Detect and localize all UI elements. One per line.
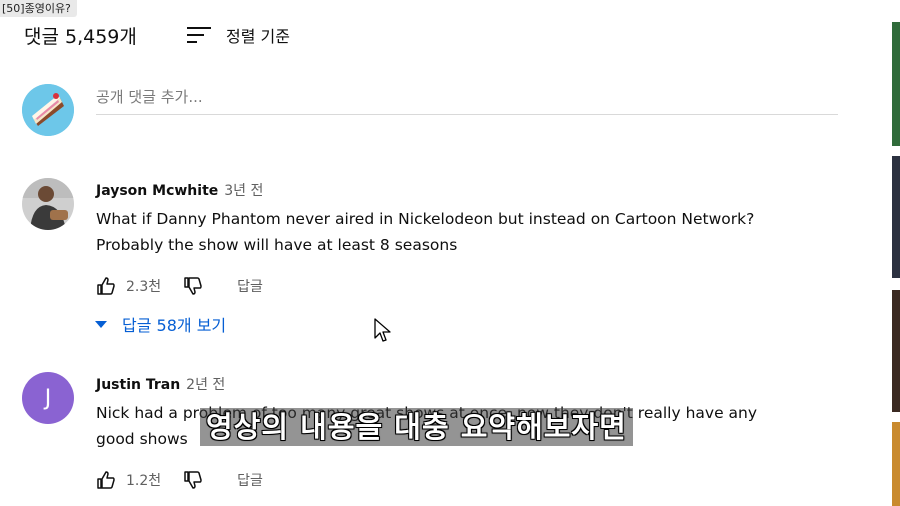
reply-button[interactable]: 답글 [237,470,263,490]
commenter-avatar[interactable] [22,178,74,230]
comment-item: Jayson Mcwhite 3년 전 What if Danny Phanto… [96,180,816,258]
comment-author[interactable]: Justin Tran [96,377,180,393]
avatar-letter: J [44,385,52,411]
user-avatar[interactable] [22,84,74,136]
comment-text-line: What if Danny Phantom never aired in Nic… [96,210,755,228]
sidebar-thumbnail[interactable] [892,22,900,146]
view-replies-label: 답글 58개 보기 [122,316,227,335]
add-comment-input[interactable]: 공개 댓글 추가... [96,82,838,115]
dislike-icon[interactable] [183,470,203,490]
comment-text: What if Danny Phantom never aired in Nic… [96,206,816,258]
like-count: 2.3천 [126,279,162,295]
comments-header: 댓글 5,459개 [24,20,137,50]
mouse-cursor-icon [374,318,391,342]
sort-icon [187,27,211,43]
like-count: 1.2천 [126,473,162,489]
like-icon[interactable] [96,470,116,490]
comment-time[interactable]: 2년 전 [186,374,225,394]
profile-photo [22,178,74,230]
video-subtitle: 영상의 내용을 대충 요약해보자면 [200,408,633,446]
dislike-icon[interactable] [183,276,203,296]
comment-time[interactable]: 3년 전 [224,180,263,200]
comment-actions: 1.2천 답글 [96,470,263,490]
reply-button[interactable]: 답글 [237,276,263,296]
sidebar-thumbnail[interactable] [892,290,900,412]
cake-avatar-image [22,84,74,136]
sidebar-thumbnail[interactable] [892,422,900,506]
like-icon[interactable] [96,276,116,296]
comment-author[interactable]: Jayson Mcwhite [96,183,218,199]
comment-count: 댓글 5,459개 [24,25,137,48]
video-caption-tag: [50]종영이유? [0,0,77,17]
chevron-down-icon [95,321,107,328]
sidebar-thumbnail[interactable] [892,156,900,278]
add-comment-placeholder: 공개 댓글 추가... [96,88,203,106]
sort-button[interactable]: 정렬 기준 [186,20,290,50]
comment-actions: 2.3천 답글 [96,276,263,296]
comment-text-line: Probably the show will have at least 8 s… [96,236,458,254]
sort-label: 정렬 기준 [226,27,290,46]
commenter-avatar[interactable]: J [22,372,74,424]
view-replies-button[interactable]: 답글 58개 보기 [94,312,226,336]
